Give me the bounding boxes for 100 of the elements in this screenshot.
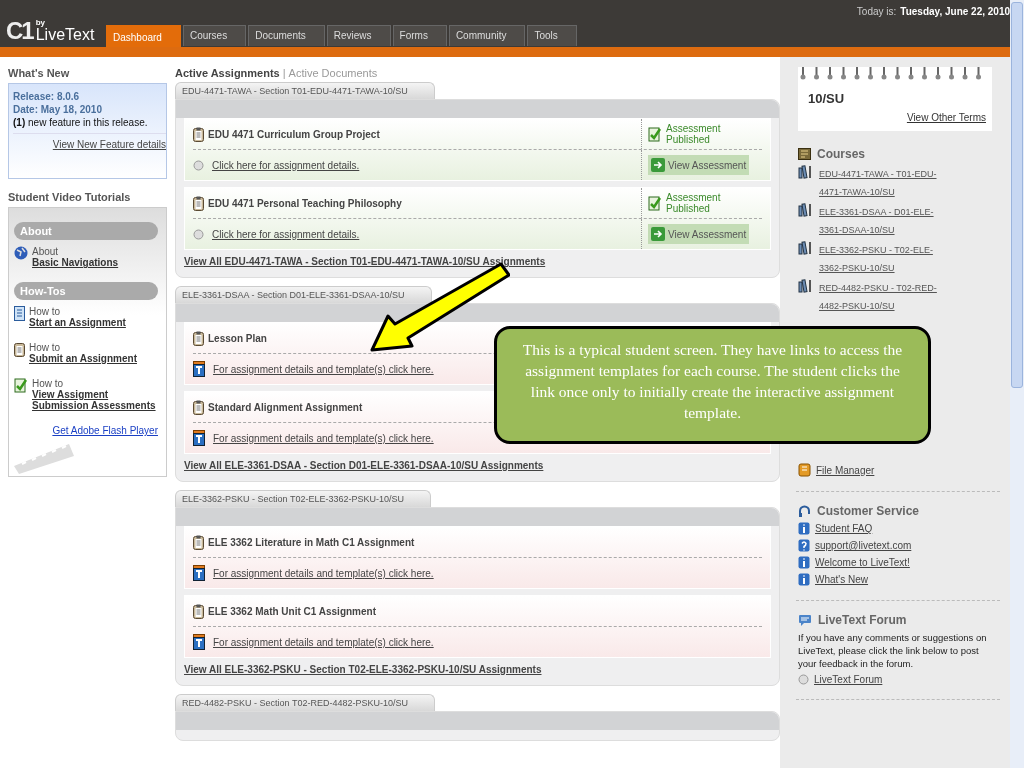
- logo-name: LiveText: [35, 27, 95, 43]
- clipboard-icon: [14, 342, 25, 357]
- section-title: What's New: [8, 67, 71, 79]
- headset-icon: [798, 504, 811, 518]
- view-all-link[interactable]: View All EDU-4471-TAWA - Section T01-EDU-4471-TAWA-10/SU Assignments: [184, 256, 771, 267]
- service-link[interactable]: Student FAQ: [815, 523, 873, 534]
- clipboard-icon: [193, 534, 204, 550]
- assignment-title: EDU 4471 Curriculum Group Project: [208, 128, 380, 140]
- template-icon: [193, 565, 205, 581]
- info-icon: [798, 556, 810, 569]
- books-icon: [798, 241, 813, 255]
- tutorial-link[interactable]: Start an Assignment: [29, 317, 126, 328]
- assignment-title: Standard Alignment Assignment: [208, 401, 363, 413]
- section-title: Courses: [817, 147, 866, 161]
- forum-link[interactable]: LiveText Forum: [814, 674, 883, 685]
- folder-icon: [798, 463, 811, 477]
- info-icon: [798, 573, 810, 586]
- forum-description: If you have any comments or suggestions on LiveText, please click the link below to post your feedback in the forum.: [798, 631, 988, 670]
- logo-by: by: [35, 19, 47, 27]
- date-value: Tuesday, June 22, 2010: [900, 6, 1010, 17]
- clipboard-icon: [193, 399, 204, 415]
- check-icon: [648, 126, 662, 142]
- document-icon: [14, 306, 25, 321]
- assignment-link[interactable]: Click here for assignment details.: [212, 228, 360, 240]
- course-link[interactable]: RED-4482-PSKU - T02-RED-4482-PSKU-10/SU: [819, 279, 944, 315]
- tutorial-link[interactable]: Submit an Assignment: [29, 353, 137, 364]
- books-icon: [798, 165, 813, 179]
- assignment-link[interactable]: Click here for assignment details.: [212, 159, 360, 171]
- clipboard-icon: [193, 330, 204, 346]
- section-tab[interactable]: ELE-3361-DSAA - Section D01-ELE-3361-DSAA-10/SU: [175, 286, 432, 303]
- assessment-status: Assessment Published: [666, 123, 722, 145]
- nav-tab[interactable]: Tools: [527, 25, 577, 46]
- section-title: Student Video Tutorials: [8, 191, 132, 203]
- nav-tab[interactable]: Forms: [392, 25, 447, 46]
- service-link[interactable]: What's New: [815, 574, 869, 585]
- course-link[interactable]: ELE-3361-DSAA - D01-ELE-3361-DSAA-10/SU: [819, 203, 944, 239]
- release-label: Release: 8.0.6: [13, 91, 81, 102]
- radio-icon: [193, 228, 204, 240]
- template-icon: [193, 634, 205, 650]
- group-header: How-Tos: [14, 282, 158, 300]
- callout-note: This is a typical student screen. They have links to access the assignment templates for each course. The student clicks the link once only to initially create the interactive assignment template.: [494, 326, 931, 444]
- file-manager-link[interactable]: File Manager: [816, 464, 875, 476]
- info-icon: [798, 522, 810, 535]
- release-date: Date: May 18, 2010: [13, 104, 103, 115]
- section-tab[interactable]: RED-4482-PSKU - Section T02-RED-4482-PSKU-10/SU: [175, 694, 435, 711]
- view-all-link[interactable]: View All ELE-3362-PSKU - Section T02-ELE-3362-PSKU-10/SU Assignments: [184, 664, 771, 675]
- other-terms-link[interactable]: View Other Terms: [906, 112, 986, 123]
- view-assessment-button[interactable]: View Assessment: [648, 224, 750, 244]
- clipboard-icon: [193, 195, 204, 211]
- tutorial-link[interactable]: Basic Navigations: [32, 257, 119, 268]
- term-label: 10/SU: [808, 91, 846, 106]
- view-assessment-button[interactable]: View Assessment: [648, 155, 750, 175]
- course-link[interactable]: ELE-3362-PSKU - T02-ELE-3362-PSKU-10/SU: [819, 241, 944, 277]
- arrow-icon: [651, 227, 665, 241]
- chat-icon: [798, 613, 812, 627]
- nav-tab[interactable]: Documents: [248, 25, 325, 46]
- check-icon: [14, 378, 28, 393]
- section-tab[interactable]: EDU-4471-TAWA - Section T01-EDU-4471-TAWA-10/SU: [175, 82, 435, 99]
- check-icon: [648, 195, 662, 211]
- service-link[interactable]: support@livetext.com: [815, 540, 912, 551]
- assignment-title: ELE 3362 Literature in Math C1 Assignment: [208, 536, 415, 548]
- tutorial-label: How to: [29, 306, 62, 317]
- books-icon: [798, 203, 813, 217]
- book-icon: [798, 148, 811, 160]
- flash-player-link[interactable]: Get Adobe Flash Player: [52, 425, 158, 436]
- tutorial-label: How to: [32, 378, 65, 389]
- assessment-status: Assessment Published: [666, 192, 722, 214]
- assignment-title: EDU 4471 Personal Teaching Philosophy: [208, 197, 402, 209]
- arrow-icon: [651, 158, 665, 172]
- nav-tab[interactable]: Courses: [182, 25, 247, 46]
- view-all-link[interactable]: View All ELE-3361-DSAA - Section D01-ELE-3361-DSAA-10/SU Assignments: [184, 460, 771, 471]
- clipboard-icon: [193, 603, 204, 619]
- radio-icon: [798, 674, 809, 685]
- content-tab[interactable]: Active Assignments: [175, 67, 280, 79]
- group-header: About: [14, 222, 158, 240]
- assignment-title: ELE 3362 Math Unit C1 Assignment: [208, 605, 376, 617]
- template-icon: [193, 361, 205, 377]
- separator: |: [282, 67, 286, 79]
- release-note: (1) new feature in this release.: [13, 117, 166, 134]
- nav-tab[interactable]: Community: [448, 25, 526, 46]
- nav-tab[interactable]: Reviews: [326, 25, 391, 46]
- assignment-link[interactable]: For assignment details and template(s) click here.: [213, 432, 434, 444]
- section-title: Customer Service: [817, 504, 920, 518]
- logo-mark: C1: [6, 19, 33, 43]
- assignment-link[interactable]: For assignment details and template(s) click here.: [213, 636, 434, 648]
- tutorial-label: About: [32, 246, 60, 257]
- assignment-link[interactable]: For assignment details and template(s) click here.: [213, 567, 434, 579]
- service-link[interactable]: Welcome to LiveText!: [815, 557, 910, 568]
- template-icon: [193, 430, 205, 446]
- section-tab[interactable]: ELE-3362-PSKU - Section T02-ELE-3362-PSKU-10/SU: [175, 490, 431, 507]
- tutorial-link[interactable]: View Assigment Submission Assessments: [32, 389, 158, 411]
- feature-details-link[interactable]: View New Feature details: [13, 139, 166, 150]
- section-title: LiveText Forum: [818, 613, 907, 627]
- tutorial-label: How to: [29, 342, 62, 353]
- course-link[interactable]: EDU-4471-TAWA - T01-EDU-4471-TAWA-10/SU: [819, 165, 944, 201]
- radio-icon: [193, 159, 204, 171]
- assignment-link[interactable]: For assignment details and template(s) click here.: [213, 363, 434, 375]
- scrollbar[interactable]: [1010, 0, 1024, 768]
- question-icon: [798, 539, 810, 552]
- globe-icon: [14, 246, 28, 260]
